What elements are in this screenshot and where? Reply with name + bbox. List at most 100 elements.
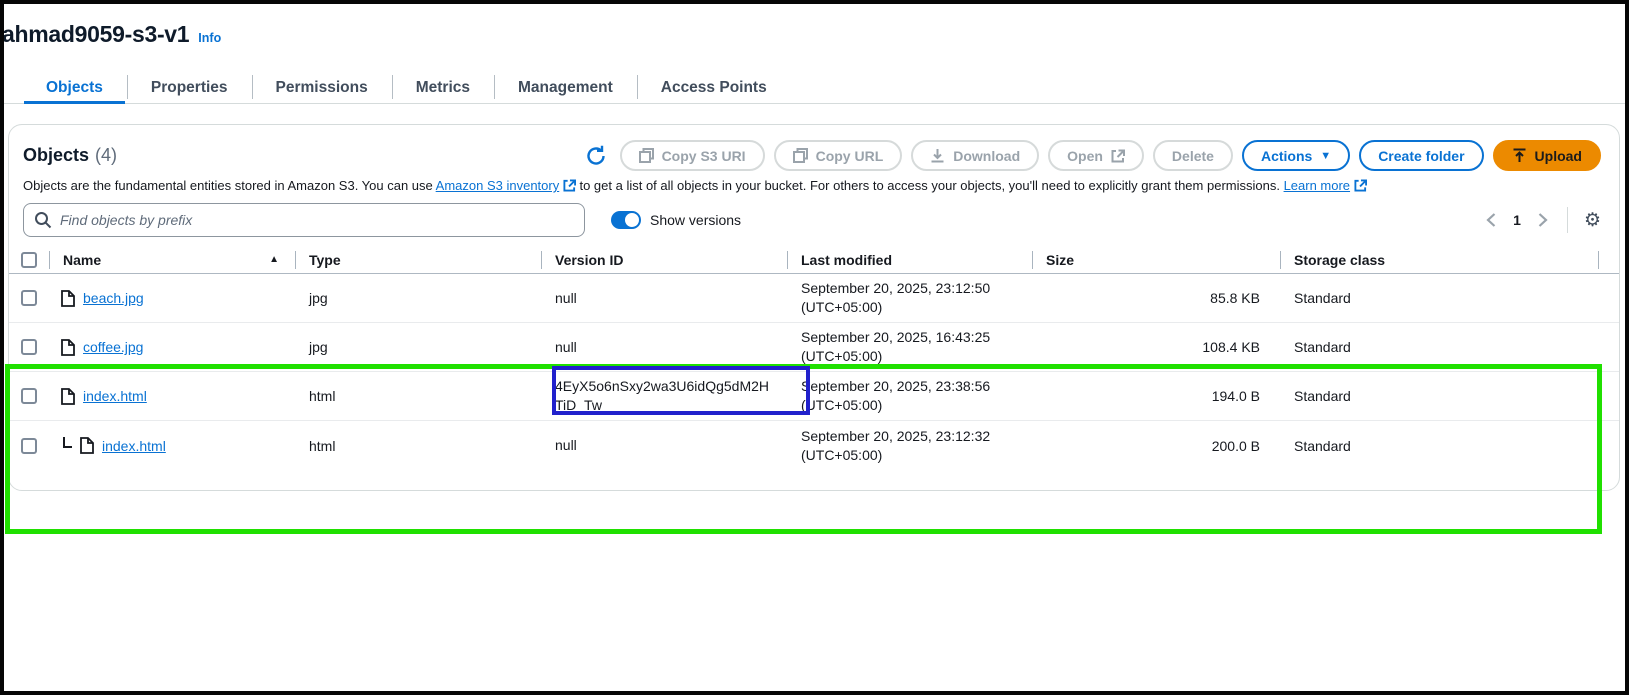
last-modified-cell: September 20, 2025, 23:12:50 (UTC+05:00) bbox=[787, 279, 1032, 317]
table-header-row: Name ▲ Type Version ID Last modified Siz… bbox=[9, 246, 1619, 274]
column-header-size[interactable]: Size bbox=[1032, 246, 1280, 273]
show-versions-label: Show versions bbox=[650, 212, 741, 228]
open-button[interactable]: Open bbox=[1048, 140, 1144, 171]
previous-page-button[interactable] bbox=[1483, 210, 1499, 230]
version-elbow-icon bbox=[63, 437, 72, 448]
type-cell: html bbox=[295, 388, 541, 404]
next-page-button[interactable] bbox=[1535, 210, 1551, 230]
search-icon bbox=[34, 211, 52, 229]
tab-management[interactable]: Management bbox=[494, 72, 637, 103]
row-checkbox[interactable] bbox=[21, 290, 37, 306]
object-name-cell: index.html bbox=[49, 388, 295, 405]
modified-date: September 20, 2025, 23:38:56 bbox=[801, 377, 1032, 396]
table-row: beach.jpg jpg null September 20, 2025, 2… bbox=[9, 274, 1619, 323]
bucket-tabs: Objects Properties Permissions Metrics M… bbox=[4, 72, 1625, 104]
column-header-type[interactable]: Type bbox=[295, 246, 541, 273]
actions-label: Actions bbox=[1261, 148, 1312, 164]
external-link-icon bbox=[1111, 149, 1125, 163]
type-cell: jpg bbox=[295, 290, 541, 306]
inventory-link[interactable]: Amazon S3 inventory bbox=[436, 178, 560, 193]
bucket-name: ahmad9059-s3-v1 bbox=[4, 21, 189, 48]
upload-label: Upload bbox=[1535, 148, 1582, 164]
column-header-version-id[interactable]: Version ID bbox=[541, 246, 787, 273]
last-modified-cell: September 20, 2025, 16:43:25 (UTC+05:00) bbox=[787, 328, 1032, 366]
tab-permissions[interactable]: Permissions bbox=[252, 72, 392, 103]
create-folder-button[interactable]: Create folder bbox=[1359, 140, 1483, 171]
file-icon bbox=[61, 388, 75, 405]
select-all-cell bbox=[9, 252, 49, 268]
storage-class-cell: Standard bbox=[1280, 339, 1619, 355]
version-id-cell: null bbox=[541, 338, 775, 357]
caret-down-icon: ▼ bbox=[1320, 150, 1331, 162]
objects-title: Objects bbox=[23, 145, 89, 165]
objects-description: Objects are the fundamental entities sto… bbox=[9, 171, 1619, 193]
download-label: Download bbox=[953, 148, 1020, 164]
object-link[interactable]: coffee.jpg bbox=[83, 339, 143, 355]
external-link-icon bbox=[563, 179, 576, 192]
tab-properties[interactable]: Properties bbox=[127, 72, 252, 103]
search-input[interactable] bbox=[23, 203, 585, 237]
column-header-storage-class[interactable]: Storage class bbox=[1280, 246, 1619, 273]
external-link-icon bbox=[1354, 179, 1367, 192]
download-button[interactable]: Download bbox=[911, 140, 1039, 171]
refresh-button[interactable] bbox=[583, 143, 609, 169]
storage-class-cell: Standard bbox=[1280, 388, 1619, 404]
tab-objects[interactable]: Objects bbox=[22, 72, 127, 103]
objects-panel: Objects (4) Copy S3 URI bbox=[8, 124, 1620, 491]
version-id-cell: null bbox=[541, 289, 775, 308]
show-versions-control: Show versions bbox=[611, 211, 741, 229]
create-folder-label: Create folder bbox=[1378, 148, 1464, 164]
size-cell: 194.0 B bbox=[1032, 388, 1280, 404]
refresh-icon bbox=[583, 143, 609, 169]
modified-timezone: (UTC+05:00) bbox=[801, 446, 1032, 465]
sort-ascending-icon: ▲ bbox=[269, 254, 279, 265]
description-text-2: to get a list of all objects in your buc… bbox=[576, 178, 1284, 193]
modified-date: September 20, 2025, 23:12:50 bbox=[801, 279, 1032, 298]
upload-button[interactable]: Upload bbox=[1493, 140, 1601, 171]
objects-title-group: Objects (4) bbox=[23, 145, 117, 166]
row-checkbox-cell bbox=[9, 388, 49, 404]
actions-button[interactable]: Actions ▼ bbox=[1242, 140, 1350, 171]
info-link[interactable]: Info bbox=[198, 31, 221, 45]
file-icon bbox=[80, 437, 94, 454]
size-cell: 200.0 B bbox=[1032, 438, 1280, 454]
tab-metrics[interactable]: Metrics bbox=[392, 72, 494, 103]
toggle-knob bbox=[625, 213, 639, 227]
row-checkbox[interactable] bbox=[21, 388, 37, 404]
preferences-gear-button[interactable]: ⚙ bbox=[1584, 211, 1601, 230]
row-checkbox-cell bbox=[9, 438, 49, 454]
chevron-right-icon bbox=[1537, 212, 1549, 228]
objects-count: (4) bbox=[95, 145, 117, 165]
object-link[interactable]: beach.jpg bbox=[83, 290, 144, 306]
chevron-left-icon bbox=[1485, 212, 1497, 228]
last-modified-cell: September 20, 2025, 23:12:32 (UTC+05:00) bbox=[787, 427, 1032, 465]
version-id-cell: 4EyX5o6nSxy2wa3U6idQg5dM2HTiD_Tw bbox=[541, 377, 775, 415]
pager-divider bbox=[1567, 207, 1568, 233]
copy-url-button[interactable]: Copy URL bbox=[774, 140, 903, 171]
learn-more-link[interactable]: Learn more bbox=[1284, 178, 1350, 193]
object-name-cell: coffee.jpg bbox=[49, 339, 295, 356]
column-header-name[interactable]: Name ▲ bbox=[49, 246, 295, 273]
size-cell: 85.8 KB bbox=[1032, 290, 1280, 306]
object-link[interactable]: index.html bbox=[83, 388, 147, 404]
object-link[interactable]: index.html bbox=[102, 438, 166, 454]
row-checkbox-cell bbox=[9, 290, 49, 306]
screenshot-frame: ahmad9059-s3-v1 Info Objects Properties … bbox=[0, 0, 1629, 695]
download-icon bbox=[930, 148, 945, 163]
column-header-last-modified[interactable]: Last modified bbox=[787, 246, 1032, 273]
select-all-checkbox[interactable] bbox=[21, 252, 37, 268]
copy-icon bbox=[793, 148, 808, 163]
modified-timezone: (UTC+05:00) bbox=[801, 298, 1032, 317]
objects-controls-row: Show versions 1 ⚙ bbox=[23, 203, 1601, 237]
version-id-cell: null bbox=[541, 436, 775, 455]
delete-button[interactable]: Delete bbox=[1153, 140, 1233, 171]
type-cell: jpg bbox=[295, 339, 541, 355]
current-page[interactable]: 1 bbox=[1509, 212, 1525, 228]
last-modified-cell: September 20, 2025, 23:38:56 (UTC+05:00) bbox=[787, 377, 1032, 415]
show-versions-toggle[interactable] bbox=[611, 211, 641, 229]
row-checkbox[interactable] bbox=[21, 339, 37, 355]
row-checkbox[interactable] bbox=[21, 438, 37, 454]
copy-s3-uri-button[interactable]: Copy S3 URI bbox=[620, 140, 765, 171]
tab-access-points[interactable]: Access Points bbox=[637, 72, 791, 103]
size-cell: 108.4 KB bbox=[1032, 339, 1280, 355]
